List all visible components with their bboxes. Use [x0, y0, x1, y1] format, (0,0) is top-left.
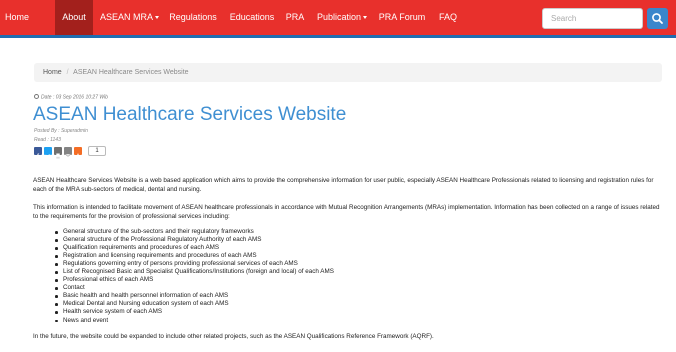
nav-asean-mra-label: ASEAN MRA — [100, 12, 154, 22]
nav-home[interactable]: Home — [0, 0, 34, 35]
nav-publication[interactable]: Publication — [314, 0, 370, 35]
list-item: Contact — [54, 284, 334, 292]
nav-regulations[interactable]: Regulations — [168, 0, 218, 35]
article-date-text: Date : 03 Sep 2016 10:27 Wib — [41, 94, 108, 101]
list-item: Basic health and health personnel inform… — [54, 292, 334, 300]
future-paragraph: In the future, the website could be expa… — [33, 333, 434, 340]
read-count: Read : 1143 — [34, 137, 61, 143]
clock-icon — [34, 94, 39, 99]
posted-by: Posted By : Superadmin — [34, 128, 88, 134]
chevron-down-icon — [363, 16, 368, 20]
breadcrumb: Home / ASEAN Healthcare Services Website — [34, 63, 662, 82]
nav-educations[interactable]: Educations — [228, 0, 276, 35]
services-list: General structure of the sub-sectors and… — [54, 228, 334, 325]
list-item: Health service system of each AMS — [54, 308, 334, 316]
breadcrumb-home-link[interactable]: Home — [43, 69, 62, 76]
search-icon — [652, 13, 663, 24]
breadcrumb-separator: / — [66, 69, 69, 76]
plus-icon — [75, 153, 81, 159]
twitter-share-button[interactable] — [44, 147, 52, 158]
share-count: 1 — [88, 146, 106, 156]
print-button[interactable] — [54, 147, 62, 159]
breadcrumb-current: ASEAN Healthcare Services Website — [73, 69, 189, 76]
list-item: General structure of the sub-sectors and… — [54, 228, 334, 236]
email-share-button[interactable] — [64, 147, 72, 158]
facebook-icon: f — [37, 154, 40, 161]
mail-icon — [65, 153, 71, 158]
intro-paragraph: ASEAN Healthcare Services Website is a w… — [33, 177, 654, 193]
facebook-share-button[interactable]: f — [34, 147, 42, 161]
list-item: Qualification requirements and procedure… — [54, 244, 334, 252]
more-share-button[interactable] — [74, 147, 82, 159]
chevron-down-icon — [155, 16, 160, 20]
list-item: News and event — [54, 317, 334, 325]
search-input[interactable] — [542, 8, 643, 29]
nav-pra-forum[interactable]: PRA Forum — [378, 0, 426, 35]
nav-asean-mra[interactable]: ASEAN MRA — [100, 0, 160, 35]
nav-publication-label: Publication — [316, 12, 362, 22]
list-item: Professional ethics of each AMS — [54, 276, 334, 284]
top-navbar: Home About ASEAN MRA Regulations Educati… — [0, 0, 676, 38]
svg-text:f: f — [37, 154, 40, 160]
nav-faq[interactable]: FAQ — [436, 0, 460, 35]
nav-about[interactable]: About — [55, 0, 93, 35]
purpose-paragraph: This information is intended to facilita… — [33, 204, 660, 220]
list-item: Medical Dental and Nursing education sys… — [54, 300, 334, 308]
page-title: ASEAN Healthcare Services Website — [33, 104, 347, 125]
search-button[interactable] — [647, 8, 668, 29]
list-item: General structure of the Professional Re… — [54, 236, 334, 244]
list-item: Regulations governing entry of persons p… — [54, 260, 334, 268]
article-date: Date : 03 Sep 2016 10:27 Wib — [34, 94, 108, 101]
nav-pra[interactable]: PRA — [284, 0, 306, 35]
list-item: List of Recognised Basic and Specialist … — [54, 268, 334, 276]
list-item: Registration and licensing requirements … — [54, 252, 334, 260]
twitter-icon — [45, 154, 51, 158]
print-icon — [55, 153, 61, 159]
